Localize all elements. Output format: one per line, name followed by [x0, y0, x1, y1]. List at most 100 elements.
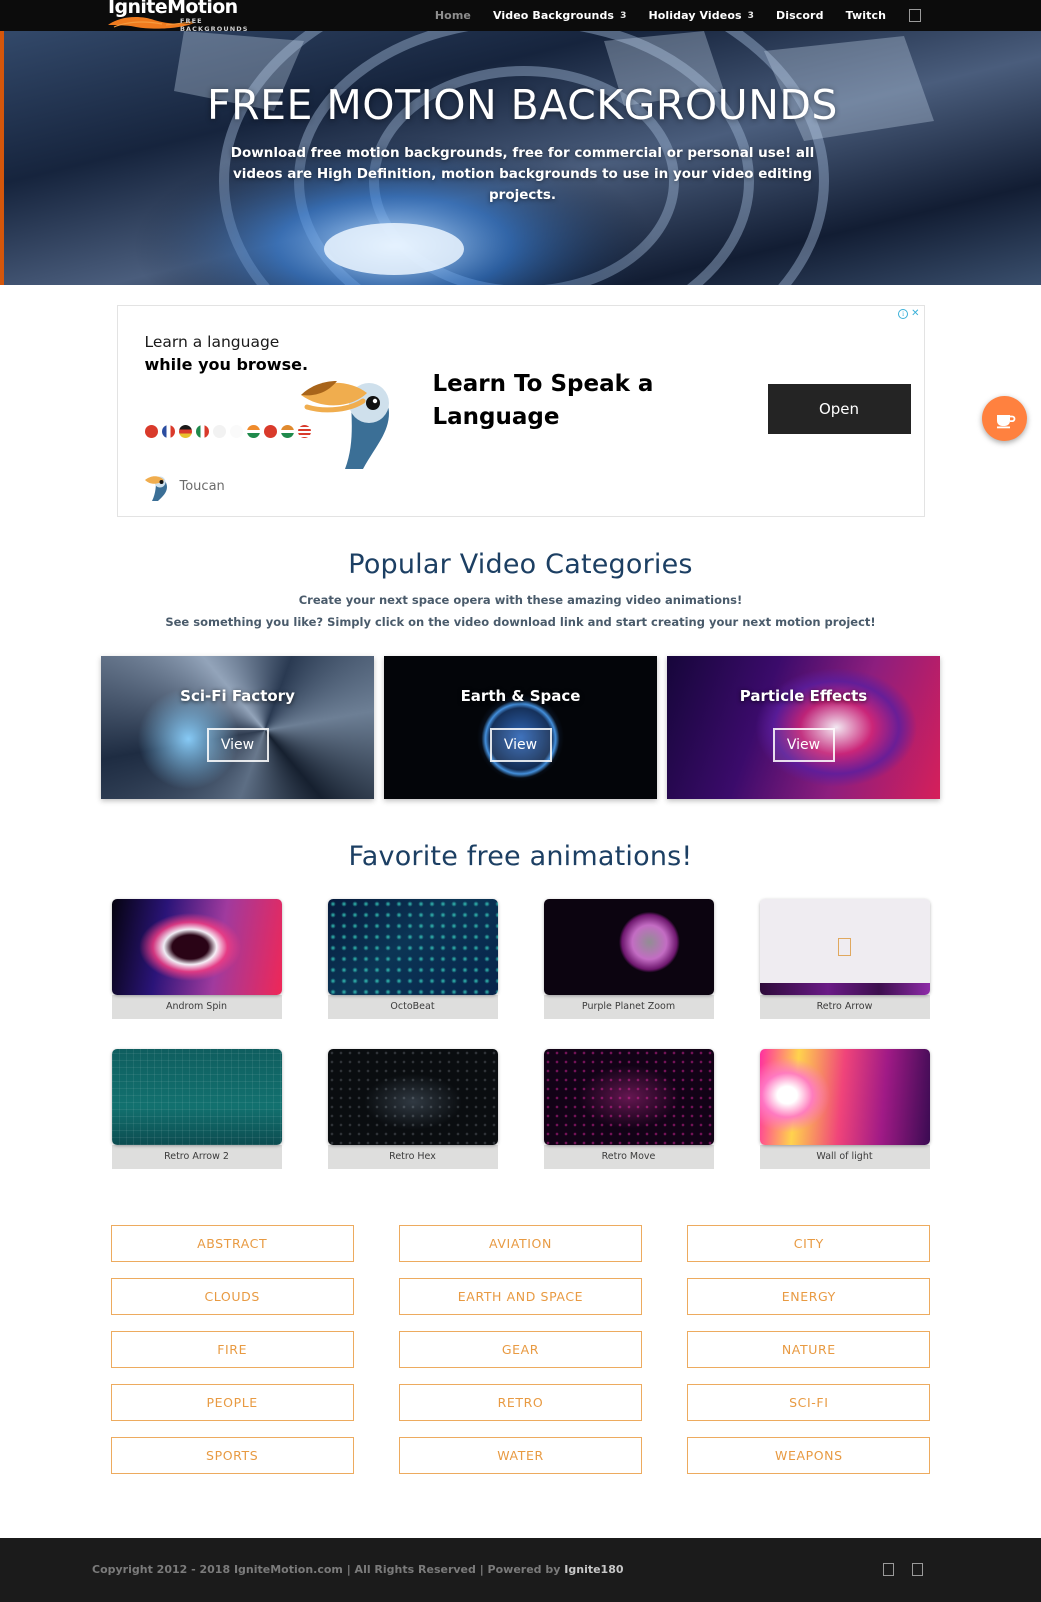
flag-icon — [229, 425, 243, 438]
site-header: IgniteMotion FREE BACKGROUNDS Home Video… — [0, 0, 1041, 33]
category-button-sports[interactable]: SPORTS — [110, 1436, 354, 1474]
site-logo[interactable]: IgniteMotion FREE BACKGROUNDS — [108, 0, 268, 33]
view-button[interactable]: View — [489, 727, 552, 762]
category-card-title: Earth & Space — [460, 686, 581, 705]
favorite-thumbnail[interactable] — [543, 1048, 714, 1145]
section-title-categories: Popular Video Categories — [348, 549, 693, 580]
ad-banner[interactable]: i ✕ Learn a language while you browse. L… — [116, 305, 925, 517]
toucan-illustration-icon — [300, 381, 389, 469]
category-button-fire[interactable]: FIRE — [110, 1330, 354, 1368]
favorite-label: Androm Spin — [111, 994, 282, 1019]
favorite-item[interactable]: Retro Hex — [327, 1048, 498, 1169]
favorite-item[interactable]: Retro Arrow — [759, 898, 930, 1019]
nav-label: Video Backgrounds — [492, 9, 615, 22]
nav-item-home[interactable]: Home — [424, 9, 482, 22]
category-card-particle-effects[interactable]: Particle Effects View — [667, 655, 940, 799]
adchoices-info-icon[interactable]: i — [898, 309, 909, 319]
flag-icon — [144, 425, 158, 438]
thumbnail-strip — [759, 982, 930, 995]
ad-line-1: Learn a language — [144, 333, 280, 351]
favorite-item[interactable]: Purple Planet Zoom — [543, 898, 714, 1019]
flag-icon — [212, 425, 226, 438]
ad-brand: Toucan — [143, 471, 225, 501]
nav-item-holiday-videos[interactable]: Holiday Videos 3 — [637, 9, 765, 22]
search-icon[interactable] — [909, 9, 921, 22]
favorite-label: Retro Move — [543, 1144, 714, 1169]
nav-label: Discord — [776, 9, 824, 22]
nav-item-discord[interactable]: Discord — [765, 9, 835, 22]
nav-item-video-backgrounds[interactable]: Video Backgrounds 3 — [482, 9, 637, 22]
buy-me-a-coffee-button[interactable] — [982, 396, 1027, 441]
favorite-item[interactable]: Retro Arrow 2 — [111, 1048, 282, 1169]
chevron-down-icon: 3 — [747, 10, 755, 21]
category-button-weapons[interactable]: WEAPONS — [687, 1436, 931, 1474]
hero-content: FREE MOTION BACKGROUNDS Download free mo… — [4, 31, 1041, 206]
page-root: IgniteMotion FREE BACKGROUNDS Home Video… — [0, 0, 1041, 1602]
favorite-thumbnail[interactable] — [111, 1048, 282, 1145]
category-button-energy[interactable]: ENERGY — [687, 1277, 931, 1315]
view-button[interactable]: View — [206, 727, 269, 762]
view-button[interactable]: View — [772, 727, 835, 762]
category-card-sci-fi-factory[interactable]: Sci-Fi Factory View — [101, 655, 374, 799]
logo-wordmark: IgniteMotion — [108, 0, 238, 18]
footer-social-icons — [883, 1563, 923, 1577]
page-title: FREE MOTION BACKGROUNDS — [207, 81, 838, 129]
ad-badges: i ✕ — [898, 309, 920, 319]
category-button-abstract[interactable]: ABSTRACT — [110, 1224, 354, 1262]
nav-label: Holiday Videos — [648, 9, 742, 22]
favorite-item[interactable]: Androm Spin — [111, 898, 282, 1019]
category-button-earth-and-space[interactable]: EARTH AND SPACE — [398, 1277, 643, 1315]
favorite-label: Retro Arrow — [759, 994, 930, 1019]
favorite-thumbnail[interactable] — [327, 1048, 498, 1145]
site-footer: Copyright 2012 - 2018 IgniteMotion.com |… — [0, 1537, 1041, 1602]
nav-label: Twitch — [845, 9, 886, 22]
favorite-label: OctoBeat — [327, 994, 498, 1019]
logo-tagline: FREE BACKGROUNDS — [180, 17, 249, 33]
copyright-brand: Ignite180 — [564, 1563, 624, 1577]
nav-item-twitch[interactable]: Twitch — [835, 9, 897, 22]
hero-subtitle: Download free motion backgrounds, free f… — [230, 145, 815, 203]
category-card-title: Sci-Fi Factory — [180, 686, 295, 705]
favorite-thumbnail[interactable] — [543, 898, 714, 995]
favorite-item[interactable]: OctoBeat — [327, 898, 498, 1019]
ad-open-button[interactable]: Open — [767, 384, 911, 434]
ad-headline: Learn To Speak a Language — [432, 371, 654, 431]
category-button-city[interactable]: CITY — [687, 1224, 931, 1262]
favorites-grid: Androm Spin OctoBeat Purple Planet Zoom … — [106, 898, 936, 1169]
favorite-thumbnail[interactable] — [759, 1048, 930, 1145]
category-card-row: Sci-Fi Factory View Earth & Space View P… — [0, 655, 1041, 799]
category-button-water[interactable]: WATER — [398, 1436, 643, 1474]
categories-subcopy-line1: Create your next space opera with these … — [298, 593, 743, 607]
social-icon-1[interactable] — [883, 1563, 894, 1577]
categories-subcopy-line2: See something you like? Simply click on … — [165, 614, 876, 629]
category-button-people[interactable]: PEOPLE — [110, 1383, 354, 1421]
ad-brand-name: Toucan — [179, 478, 225, 494]
advertisement-region: i ✕ Learn a language while you browse. L… — [0, 285, 1041, 517]
favorite-item[interactable]: Wall of light — [759, 1048, 930, 1169]
broken-image-icon — [838, 937, 851, 956]
category-button-clouds[interactable]: CLOUDS — [110, 1277, 354, 1315]
category-card-earth-and-space[interactable]: Earth & Space View — [384, 655, 657, 799]
ad-flag-row — [144, 425, 311, 438]
coffee-cup-icon — [996, 414, 1015, 428]
section-title-favorites: Favorite free animations! — [348, 840, 693, 872]
flag-icon — [246, 425, 260, 438]
favorite-thumbnail[interactable] — [327, 898, 498, 995]
social-icon-2[interactable] — [912, 1563, 923, 1577]
category-button-retro[interactable]: RETRO — [398, 1383, 643, 1421]
favorite-thumbnail[interactable] — [111, 898, 282, 995]
hero-banner: FREE MOTION BACKGROUNDS Download free mo… — [0, 31, 1041, 285]
close-icon[interactable]: ✕ — [911, 309, 919, 319]
category-button-sci-fi[interactable]: SCI-FI — [687, 1383, 931, 1421]
chevron-down-icon: 3 — [620, 10, 627, 21]
category-button-gear[interactable]: GEAR — [398, 1330, 643, 1368]
category-button-aviation[interactable]: AVIATION — [398, 1224, 643, 1262]
favorite-item[interactable]: Retro Move — [543, 1048, 714, 1169]
favorite-label: Wall of light — [759, 1144, 930, 1169]
flag-icon — [195, 425, 209, 438]
flag-icon — [178, 425, 192, 438]
favorite-thumbnail[interactable] — [759, 898, 930, 995]
favorite-label: Purple Planet Zoom — [543, 994, 714, 1019]
category-button-nature[interactable]: NATURE — [687, 1330, 931, 1368]
nav-label: Home — [434, 9, 471, 22]
